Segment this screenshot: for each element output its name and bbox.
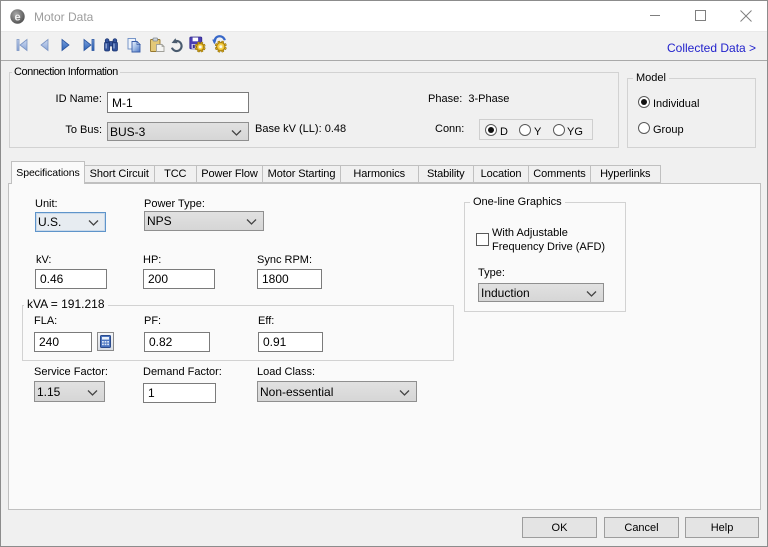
svg-text:e: e (14, 11, 20, 23)
